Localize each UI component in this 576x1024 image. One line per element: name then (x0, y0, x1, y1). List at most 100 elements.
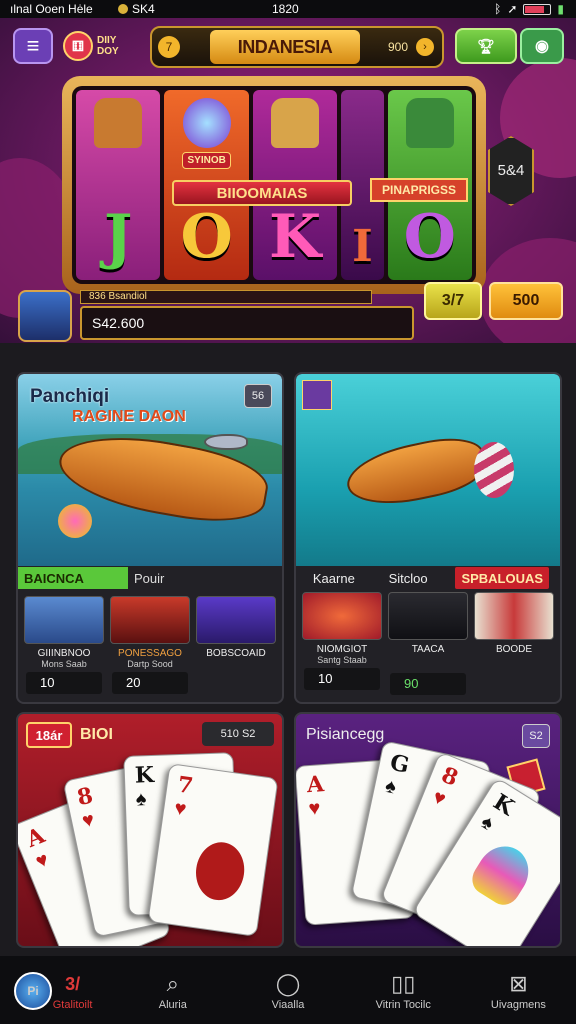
fishing-game-card-1[interactable]: Panchiqi RAGINE DAON 56 BAICNCA Pouir GI… (16, 372, 284, 704)
list-item[interactable]: NIOMGIOT Santg Staab 10 (302, 592, 382, 695)
location-icon: ➚ (507, 2, 518, 16)
banner-title: INDANESIA (210, 30, 360, 64)
card-tag-2: BIOI (80, 726, 113, 743)
reel-1: J (76, 90, 161, 280)
chip-count: 510 S2 (202, 722, 274, 746)
inbox-icon: ⊠ (509, 971, 528, 996)
tab-0[interactable]: BAICNCA (18, 567, 128, 589)
card-badge: 56 (244, 384, 272, 408)
book-icon: ▯▯ (391, 971, 416, 996)
item-value: 10 (304, 668, 380, 690)
fishing-game-card-2[interactable]: Kaarne Sitcloo SPBALOUAS NIOMGIOT Santg … (294, 372, 562, 704)
region-banner[interactable]: 7 INDANESIA 900 › (150, 26, 444, 68)
item-sub: Mons Saab (41, 659, 87, 669)
signal-text: SK4 (132, 2, 155, 16)
trophy-button[interactable]: 🏆︎ (455, 28, 517, 64)
spin-button[interactable]: 3/7 (424, 282, 482, 320)
banner-value: 900 (387, 40, 408, 54)
carrier-text: ılnal Ooen Hėle (10, 2, 93, 16)
item-name: TAACA (411, 644, 445, 655)
card-subtitle: RAGINE DAON (72, 408, 186, 425)
center-ribbon: BIIOOMAIAS (172, 180, 352, 206)
game-logo-icon (302, 380, 332, 410)
reel-letter: J (104, 202, 133, 272)
poker-game-card-1[interactable]: 18ár BIOI 510 S2 A ♥ 8 ♥ K ♠ 7 ♥ (16, 712, 284, 948)
menu-button[interactable]: ≡ (13, 28, 53, 64)
shrimp-thumb-icon (474, 592, 554, 640)
shrimp-thumb-icon (110, 596, 190, 644)
bet-button[interactable]: 500 (489, 282, 563, 320)
nav-label: Viaalla (271, 999, 305, 1011)
list-item[interactable]: GIIINBNOO Mons Saab 10 (24, 596, 104, 694)
nav-item-home[interactable]: Pi 3/ Gtalitoilt (0, 956, 115, 1024)
nav-label: Aluria (158, 999, 187, 1011)
item-value: 10 (26, 672, 102, 694)
goldfish-thumb-icon (196, 596, 276, 644)
nav-item-book[interactable]: ▯▯ Vitrin Tocilc (346, 956, 461, 1024)
right-ribbon: PINAPRIGSS (370, 178, 468, 202)
tab-2[interactable]: SPBALOUAS (455, 567, 550, 589)
lure-icon (58, 504, 92, 538)
battery-icon (523, 3, 552, 15)
player-bar: 836 Bsandiol S42.600 (14, 290, 414, 342)
hamburger-menu-icon: ≡ (26, 33, 40, 58)
list-item[interactable]: PONESSAGO Dartp Sood 20 (110, 596, 190, 694)
reel-tag: SYINOB (182, 152, 231, 169)
devil-icon (192, 839, 248, 904)
reel-letter: O (403, 202, 456, 272)
tab-1[interactable]: Pouir (128, 567, 170, 589)
nav-item-inbox[interactable]: ⊠ Uivagmens (461, 956, 576, 1024)
item-name: PONESSAGO (118, 648, 182, 659)
card-tabs: BAICNCA Pouir (18, 566, 282, 590)
item-name: NIOMGIOT (316, 644, 368, 655)
tab-0[interactable]: Kaarne (307, 567, 361, 589)
item-value: 20 (112, 672, 188, 694)
bluetooth-icon: ᛒ (494, 2, 502, 16)
avatar[interactable] (18, 290, 72, 342)
chevron-right-icon: › (416, 38, 434, 56)
circle-icon: ◯ (275, 971, 301, 996)
nav-item-search[interactable]: ⌕ Aluria (115, 956, 230, 1024)
nav-badge: 3/ (65, 973, 81, 994)
age-tag: 18ár (26, 722, 72, 748)
striped-lure-icon (474, 442, 514, 498)
card-tabs: Kaarne Sitcloo SPBALOUAS (296, 566, 560, 590)
app-logo[interactable]: ⚅ DIIY DOY (60, 28, 124, 64)
crystal-ball-icon (182, 98, 231, 148)
list-item[interactable]: TAACA 90 (388, 592, 468, 695)
item-value: 90 (390, 673, 466, 695)
gear-icon (118, 4, 128, 14)
status-bar: ılnal Ooen Hėle SK4 1820 ᛒ ➚ ▮ (0, 0, 576, 18)
item-list: GIIINBNOO Mons Saab 10 PONESSAGO Dartp S… (24, 596, 276, 694)
reel-letter: O (180, 202, 233, 272)
list-item[interactable]: BOODE (474, 592, 554, 695)
card-title: Pisiancegg (306, 726, 385, 743)
gift-button[interactable]: ◉ (520, 28, 564, 64)
nav-label: Gtalitoilt (52, 999, 93, 1011)
nav-label: Uivagmens (490, 999, 546, 1011)
rainbow-fish-icon (466, 836, 539, 911)
clock: 1820 (272, 2, 299, 16)
trophy-icon: 🏆︎ (477, 37, 495, 54)
tab-1[interactable]: Sitcloo (383, 567, 434, 589)
reel-letter: I (352, 221, 373, 272)
wifi-icon: ▮ (557, 2, 564, 16)
item-name: BOBSCOAID (206, 648, 266, 659)
crab-thumb-icon (302, 592, 382, 640)
poker-game-card-2[interactable]: Pisiancegg S2 A ♥ G ♠ 8 ♥ K ♠ (294, 712, 562, 948)
item-name: GIIINBNOO (37, 648, 91, 659)
search-icon: ⌕ (166, 971, 179, 996)
nav-item-circle[interactable]: ◯ Viaalla (230, 956, 345, 1024)
bet-amount-field[interactable]: S42.600 (80, 306, 414, 340)
list-item[interactable]: BOBSCOAID (196, 596, 276, 694)
torpedo-thumb-icon (388, 592, 468, 640)
small-fish-icon (204, 434, 248, 450)
level-badge[interactable]: 5&4 (488, 136, 534, 206)
item-sub: Dartp Sood (127, 659, 173, 669)
coin-icon: 7 (158, 36, 180, 58)
playing-card: 7 ♥ (147, 763, 279, 937)
card-title: Panchiqi (30, 386, 110, 407)
item-name: BOODE (495, 644, 533, 655)
fish-thumb-icon (24, 596, 104, 644)
bottom-nav: Pi 3/ Gtalitoilt ⌕ Aluria ◯ Viaalla ▯▯ Vitr… (0, 956, 576, 1024)
